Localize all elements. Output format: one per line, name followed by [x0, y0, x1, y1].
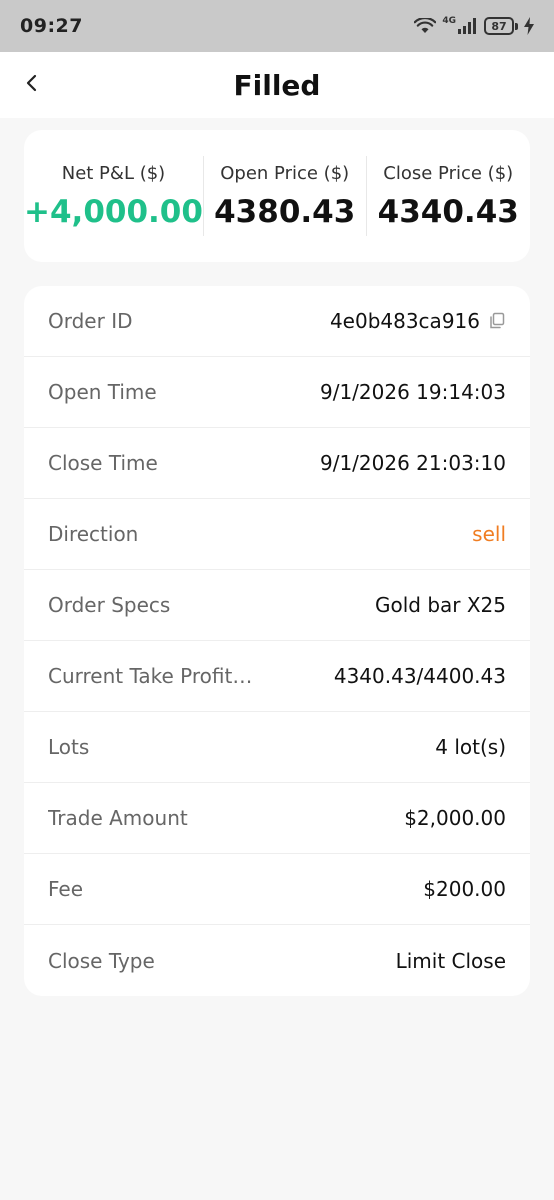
net-pl-summary: Net P&L ($) +4,000.00 [24, 156, 203, 236]
take-profit-label: Current Take Profit… [48, 664, 253, 688]
close-time-row: Close Time 9/1/2026 21:03:10 [24, 428, 530, 499]
net-pl-label: Net P&L ($) [61, 162, 166, 184]
summary-card: Net P&L ($) +4,000.00 Open Price ($) 438… [24, 130, 530, 262]
wifi-icon [414, 18, 437, 34]
page-title: Filled [233, 68, 321, 102]
lots-label: Lots [48, 735, 90, 759]
order-id-label: Order ID [48, 309, 133, 333]
status-time: 09:27 [20, 15, 83, 37]
order-details-card: Order ID 4e0b483ca916 Open Time 9/1/2026… [24, 286, 530, 996]
order-id-value: 4e0b483ca916 [329, 309, 480, 333]
battery-level: 87 [484, 17, 514, 35]
close-price-label: Close Price ($) [383, 162, 514, 184]
open-time-label: Open Time [48, 380, 157, 404]
trade-amount-row: Trade Amount $2,000.00 [24, 783, 530, 854]
fee-row: Fee $200.00 [24, 854, 530, 925]
trade-amount-label: Trade Amount [48, 806, 188, 830]
open-price-label: Open Price ($) [220, 162, 350, 184]
open-time-value: 9/1/2026 19:14:03 [319, 380, 506, 404]
order-id-row: Order ID 4e0b483ca916 [24, 286, 530, 357]
fee-value: $200.00 [423, 877, 506, 901]
open-time-row: Open Time 9/1/2026 19:14:03 [24, 357, 530, 428]
close-type-label: Close Type [48, 948, 155, 973]
open-price-value: 4380.43 [214, 193, 356, 230]
order-specs-label: Order Specs [48, 593, 171, 617]
close-price-summary: Close Price ($) 4340.43 [366, 156, 530, 236]
net-pl-value: +4,000.00 [24, 193, 203, 230]
close-type-row: Close Type Limit Close [24, 925, 530, 996]
back-button[interactable] [18, 71, 46, 99]
network-type-label: 4G [442, 16, 456, 26]
order-id-value-group: 4e0b483ca916 [330, 309, 506, 333]
lots-value: 4 lot(s) [435, 735, 506, 759]
status-icons: 4G 87 [414, 16, 534, 35]
take-profit-value: 4340.43/4400.43 [333, 664, 506, 688]
status-bar: 09:27 4G 87 [0, 0, 554, 52]
signal-icon [458, 18, 478, 34]
fee-label: Fee [48, 877, 84, 901]
charging-icon [524, 17, 534, 35]
close-time-value: 9/1/2026 21:03:10 [319, 451, 506, 475]
order-specs-row: Order Specs Gold bar X25 [24, 570, 530, 641]
lots-row: Lots 4 lot(s) [24, 712, 530, 783]
close-time-label: Close Time [48, 451, 158, 475]
battery-icon: 87 [484, 17, 518, 35]
copy-icon[interactable] [488, 312, 506, 330]
direction-value: sell [472, 522, 506, 546]
order-specs-value: Gold bar X25 [374, 593, 506, 617]
direction-label: Direction [48, 522, 139, 546]
close-type-value: Limit Close [395, 948, 506, 973]
trade-amount-value: $2,000.00 [404, 806, 506, 830]
take-profit-row: Current Take Profit… 4340.43/4400.43 [24, 641, 530, 712]
direction-row: Direction sell [24, 499, 530, 570]
open-price-summary: Open Price ($) 4380.43 [202, 156, 367, 236]
chevron-left-icon [25, 73, 39, 97]
close-price-value: 4340.43 [377, 193, 519, 230]
page-header: Filled [0, 52, 554, 118]
